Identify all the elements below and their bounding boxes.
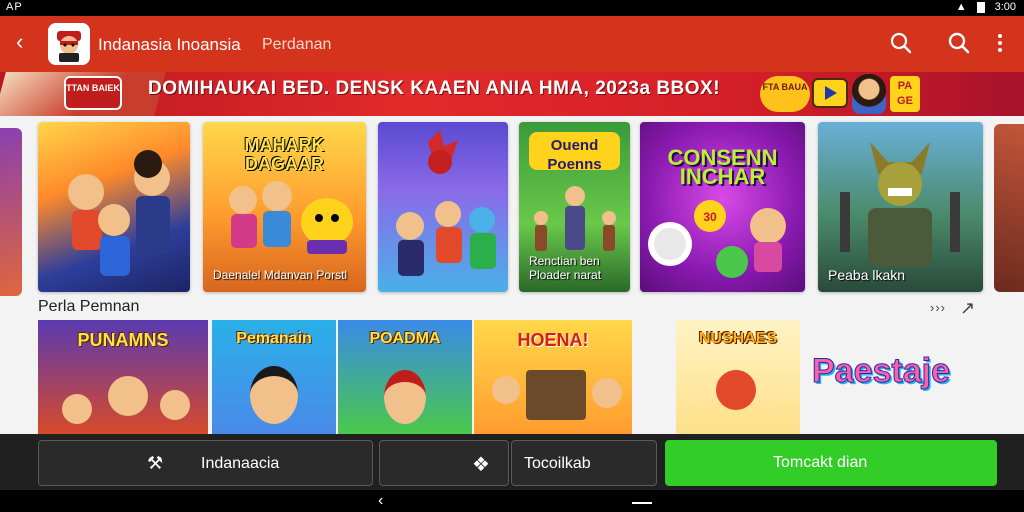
content-panel: MAHARK DAGAAR Daenalel Mdanvan Porstl Ou… <box>0 116 1024 434</box>
featured-card[interactable] <box>378 122 508 292</box>
game-tile-character <box>592 378 622 408</box>
game-tile-title: POADMA <box>369 330 441 347</box>
install-button[interactable]: Tomcakt dian <box>665 440 997 486</box>
featured-card[interactable]: 30 CONSENN INCHAR <box>640 122 805 292</box>
featured-card-label: Renctian ben Ploader narat <box>529 254 602 282</box>
status-bar: AP ▲ 3:00 <box>0 0 1024 16</box>
install-button-label: Tomcakt dian <box>773 454 868 471</box>
wishlist-icon-button[interactable]: ❖ <box>379 440 509 486</box>
featured-card-title: CONSENN INCHAR <box>667 145 778 189</box>
play-icon[interactable] <box>812 78 848 108</box>
game-logo-text: Paestaje <box>812 352 951 391</box>
banner-headline: DOMIHAUKAI BED. DENSK KAAEN ANIA HMA, 20… <box>148 78 721 99</box>
featured-card-title: Ouend Poenns <box>547 137 602 173</box>
search-alt-icon[interactable] <box>946 30 972 56</box>
back-arrow-icon[interactable]: ‹ <box>16 30 23 54</box>
game-tile-character <box>108 376 148 416</box>
game-logo-tile[interactable]: Paestaje <box>812 352 972 408</box>
badge-icon: ❖ <box>472 454 490 476</box>
game-tile-character <box>160 390 190 420</box>
featured-card[interactable]: Ouend Poenns Renctian ben Ploader narat <box>519 122 630 292</box>
banner-character-image <box>852 74 886 114</box>
banner-badge: TTAN BAIEK <box>64 76 122 110</box>
hammer-icon: ⚒ <box>147 453 164 473</box>
promo-banner[interactable]: TTAN BAIEK DOMIHAUKAI BED. DENSK KAAEN A… <box>0 72 1024 116</box>
wishlist-button-label: Tocoilkab <box>524 455 591 472</box>
svg-text:30: 30 <box>703 210 717 224</box>
wifi-icon: ▲ <box>955 1 967 13</box>
status-right: ▲ 3:00 <box>956 1 1016 13</box>
featured-card[interactable]: MAHARK DAGAAR Daenalel Mdanvan Porstl <box>203 122 366 292</box>
featured-card-label: Peaba lkakn <box>828 267 906 283</box>
game-tile[interactable]: Pemanain <box>212 320 336 434</box>
featured-card-title: MAHARK DAGAAR <box>244 135 325 174</box>
carousel-peek-left[interactable] <box>0 128 22 296</box>
status-left-text: AP <box>6 1 23 13</box>
app-bar: ‹ Indanasia Inoansia Perdanan <box>0 16 1024 72</box>
game-tile[interactable]: POADMA <box>338 320 472 434</box>
system-nav-bar: ‹ <box>0 490 1024 512</box>
game-tile-machine <box>526 370 586 420</box>
nav-back-icon[interactable]: ‹ <box>378 492 383 510</box>
wishlist-button[interactable]: Tocoilkab <box>511 440 657 486</box>
section-title: Perla Pemnan <box>38 298 140 315</box>
featured-card-art <box>38 122 190 292</box>
featured-card[interactable]: Peaba lkakn <box>818 122 983 292</box>
app-logo-icon <box>48 23 90 65</box>
share-button[interactable]: ⚒ Indanaacia <box>38 440 373 486</box>
game-tile-title: PUNAMNS <box>77 330 169 350</box>
game-tile-title: NUSHAES <box>698 330 778 347</box>
section-more-link[interactable]: ››› <box>930 300 946 315</box>
share-button-label: Indanaacia <box>201 455 280 472</box>
app-subtitle[interactable]: Perdanan <box>262 36 331 54</box>
carousel-peek-right[interactable] <box>994 124 1024 292</box>
game-tile-character <box>384 370 426 424</box>
more-vert-icon[interactable] <box>988 30 1012 56</box>
featured-card-label: Daenalel Mdanvan Porstl <box>213 268 348 282</box>
search-icon[interactable] <box>888 30 914 56</box>
banner-tag: FTA BAUA <box>760 76 810 112</box>
game-tile-title: Pemanain <box>236 330 312 347</box>
game-tile-character <box>492 376 520 404</box>
app-logo <box>48 23 90 65</box>
app-title: Indanasia Inoansia <box>98 35 241 54</box>
battery-icon <box>976 1 985 13</box>
game-tile-title: HOENA! <box>517 330 589 350</box>
action-bar: ⚒ Indanaacia ❖ Tocoilkab Tomcakt dian <box>0 434 1024 490</box>
game-tile-character <box>716 370 756 410</box>
nav-home-icon[interactable] <box>632 502 652 504</box>
game-tile-character <box>250 366 298 424</box>
game-tile[interactable]: NUSHAES <box>676 320 800 434</box>
game-tile-character <box>62 394 92 424</box>
game-tile[interactable]: PUNAMNS <box>38 320 208 434</box>
banner-right-badge: PA GE <box>890 76 920 112</box>
game-tile[interactable]: HOENA! <box>474 320 632 434</box>
arrow-icon[interactable]: ↗ <box>960 298 975 319</box>
featured-card-art <box>378 122 508 292</box>
featured-card[interactable] <box>38 122 190 292</box>
status-time: 3:00 <box>994 1 1016 13</box>
